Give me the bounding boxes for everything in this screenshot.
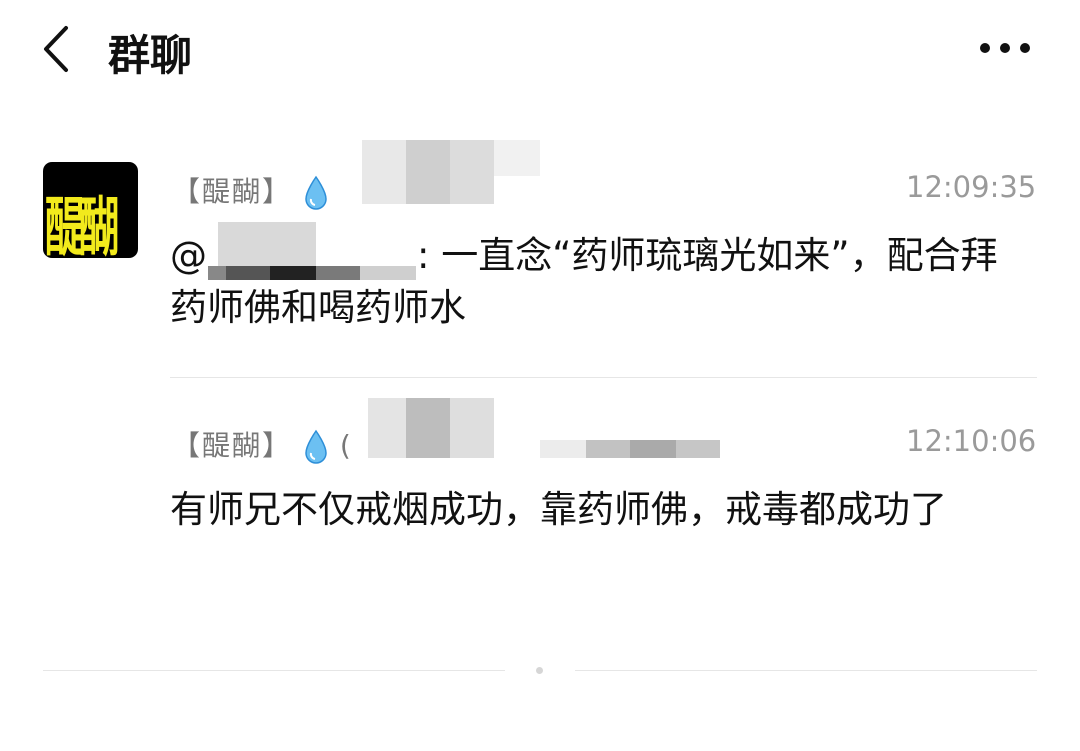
mention-at: @ <box>170 234 207 277</box>
back-arrow-icon[interactable] <box>38 24 78 74</box>
top-bar: 群聊 <box>0 0 1080 100</box>
sender-label: 【醍醐】 <box>172 429 293 462</box>
timestamp: 12:09:35 <box>906 170 1037 204</box>
sender-name[interactable]: 【醍醐】 <box>172 170 329 211</box>
timestamp: 12:10:06 <box>906 424 1037 458</box>
sender-paren: ( <box>339 429 353 462</box>
bottom-divider-right <box>575 670 1037 671</box>
more-icon[interactable] <box>975 36 1035 60</box>
separator-dot <box>536 667 543 674</box>
mention-colon: : <box>417 234 430 277</box>
message-text: 有师兄不仅戒烟成功，靠药师佛，戒毒都成功了 <box>170 484 1030 536</box>
avatar-text: 醍醐 <box>45 190 119 258</box>
message-divider <box>170 377 1037 378</box>
bottom-divider-left <box>43 670 505 671</box>
water-drop-icon <box>305 175 327 210</box>
sender-label: 【醍醐】 <box>172 175 293 208</box>
message-body: 有师兄不仅戒烟成功，靠药师佛，戒毒都成功了 <box>170 488 947 531</box>
water-drop-icon <box>305 429 327 464</box>
sender-name[interactable]: 【醍醐】 ( <box>172 424 353 465</box>
page-title: 群聊 <box>108 31 193 80</box>
avatar[interactable]: 醍醐 <box>43 162 138 258</box>
